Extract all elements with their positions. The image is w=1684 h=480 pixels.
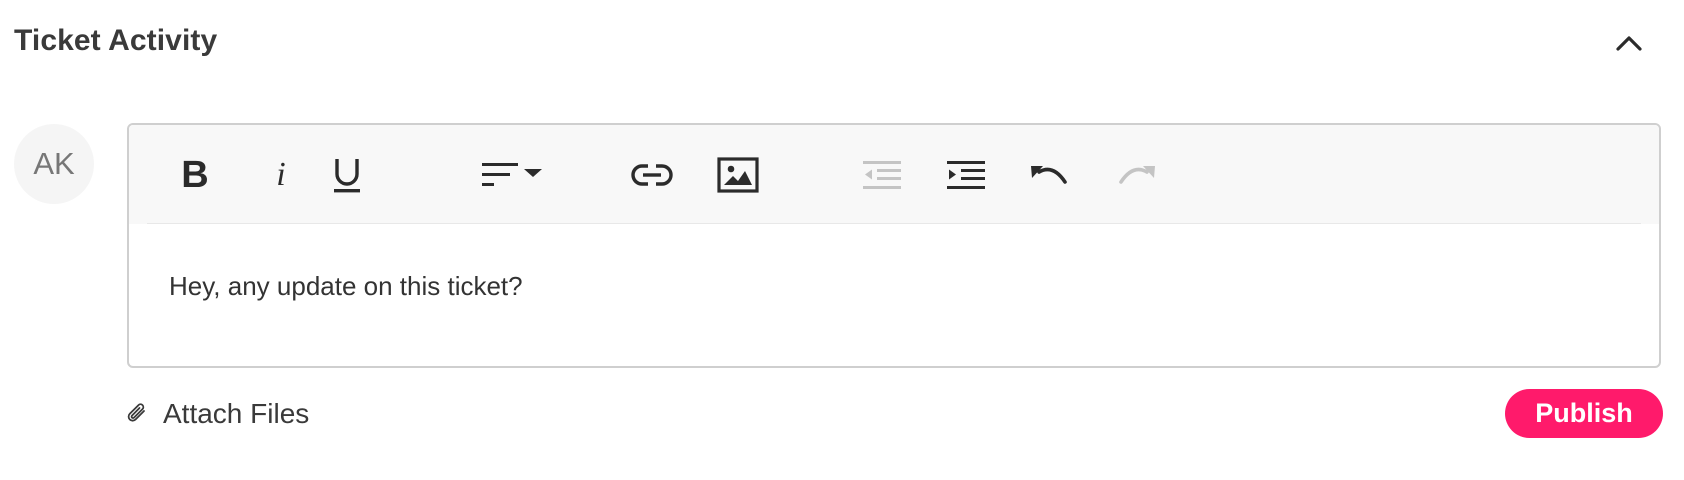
editor-toolbar: B i [129,125,1659,224]
underline-icon [334,159,360,193]
undo-icon [1031,166,1067,184]
avatar: AK [14,124,94,204]
collapse-button[interactable] [1612,26,1646,60]
toolbar-divider [147,223,1641,224]
bold-button[interactable]: B [171,149,219,201]
attach-files-button[interactable]: Attach Files [125,394,309,434]
section-title: Ticket Activity [14,24,218,57]
comment-editor: B i Hey, any update on this ticket? [127,123,1661,368]
undo-button[interactable] [1025,149,1075,201]
image-icon [717,157,759,193]
editor-content[interactable]: Hey, any update on this ticket? [169,271,523,302]
chevron-up-icon [1616,36,1642,51]
redo-icon [1119,166,1155,184]
italic-button[interactable]: i [257,149,305,201]
align-left-dropdown-icon [482,163,542,186]
link-icon [631,164,673,186]
align-dropdown-button[interactable] [475,149,549,201]
indent-icon [947,161,985,189]
indent-button[interactable] [941,149,991,201]
attach-files-label: Attach Files [163,398,310,429]
paperclip-icon [127,403,145,422]
outdent-icon [863,161,901,189]
outdent-button[interactable] [857,149,907,201]
ticket-activity-header: Ticket Activity [0,0,1684,86]
link-button[interactable] [627,149,677,201]
redo-button[interactable] [1111,149,1161,201]
insert-image-button[interactable] [713,149,763,201]
underline-button[interactable] [323,149,371,201]
publish-button[interactable]: Publish [1505,389,1663,438]
